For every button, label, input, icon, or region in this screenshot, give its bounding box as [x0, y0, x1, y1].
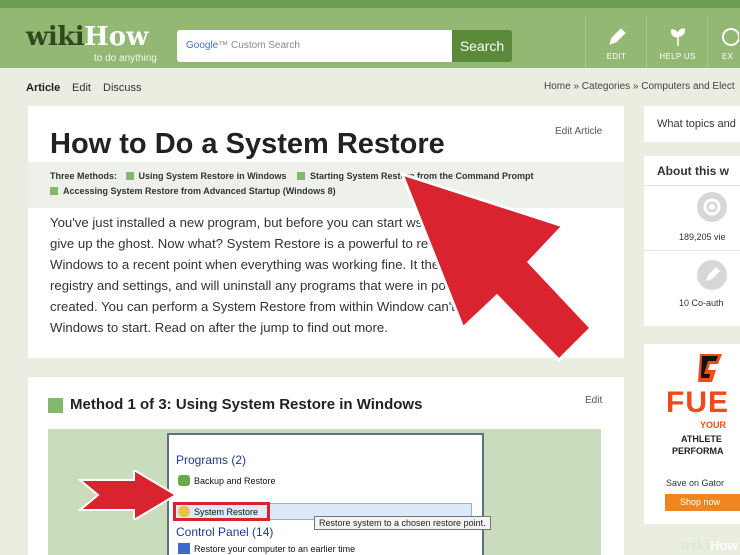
- control-panel-heading: Control Panel (14): [176, 525, 274, 539]
- backup-restore-label: Backup and Restore: [194, 476, 276, 486]
- coauthors-pencil-icon: [697, 260, 727, 290]
- ad-save-text: Save on Gator: [666, 478, 725, 488]
- sprout-icon: [670, 28, 685, 46]
- logo-tagline: to do anything: [94, 53, 157, 64]
- google-label: Google: [186, 40, 219, 51]
- method-link-1[interactable]: Using System Restore in Windows: [125, 171, 287, 181]
- divider: [644, 185, 740, 186]
- tab-article[interactable]: Article: [26, 82, 60, 94]
- ad-line1: YOUR: [700, 420, 727, 430]
- methods-label: Three Methods:: [50, 171, 118, 181]
- coauthors-count: 10 Co-auth: [679, 298, 724, 308]
- method-edit-link[interactable]: Edit: [585, 395, 602, 406]
- red-pointer-arrow-icon: [78, 470, 178, 520]
- custom-search-label: Custom Search: [231, 40, 300, 51]
- backup-icon: [178, 475, 190, 486]
- explore-button[interactable]: EX: [707, 16, 740, 68]
- article-subnav: Article Edit Discuss Home » Categories »…: [0, 68, 740, 106]
- start-menu-window: Programs (2) Backup and Restore System R…: [167, 433, 484, 555]
- programs-heading: Programs (2): [176, 453, 247, 467]
- tab-discuss[interactable]: Discuss: [103, 82, 142, 94]
- explore-icon: [721, 28, 739, 46]
- ad-line2: ATHLETE: [681, 434, 722, 444]
- method-bullet: [297, 172, 305, 180]
- shop-now-button[interactable]: Shop now: [665, 494, 740, 511]
- method-bullet: [125, 172, 134, 180]
- ad-line3: PERFORMA: [672, 446, 724, 456]
- wikihow-watermark: wikiHow: [680, 538, 738, 554]
- logo-wiki: wiki: [26, 22, 85, 52]
- help-us-label: HELP US: [659, 52, 696, 61]
- big-red-arrow-icon: [399, 171, 594, 363]
- method-link-3-label: Accessing System Restore from Advanced S…: [63, 186, 336, 196]
- backup-restore-item: Backup and Restore: [178, 475, 276, 486]
- search-placeholder: Google™ Custom Search: [186, 40, 300, 51]
- method-title: Method 1 of 3: Using System Restore in W…: [70, 396, 423, 413]
- edit-action-label: EDIT: [606, 52, 627, 61]
- divider: [644, 250, 740, 251]
- restore-earlier-label: Restore your computer to an earlier time: [194, 544, 356, 554]
- logo-how: How: [84, 22, 149, 52]
- edit-article-link[interactable]: Edit Article: [555, 126, 602, 137]
- method-link-3[interactable]: Accessing System Restore from Advanced S…: [50, 186, 336, 196]
- page-title: How to Do a System Restore: [50, 128, 445, 160]
- sidebar-question-box[interactable]: What topics and: [644, 106, 740, 142]
- views-count: 189,205 vie: [679, 232, 726, 242]
- watermark-how: How: [710, 538, 738, 553]
- red-highlight-box: [173, 502, 270, 521]
- pencil-icon: [608, 28, 626, 45]
- site-header: wikiHow to do anything Google™ Custom Se…: [0, 0, 740, 68]
- about-title: About this w: [657, 164, 729, 178]
- tab-edit[interactable]: Edit: [72, 82, 91, 94]
- breadcrumb[interactable]: Home » Categories » Computers and Elect: [544, 81, 735, 92]
- search-input[interactable]: Google™ Custom Search: [177, 30, 452, 62]
- tooltip: Restore system to a chosen restore point…: [314, 516, 491, 530]
- method-square-icon: [48, 398, 63, 413]
- search-button[interactable]: Search: [452, 30, 512, 62]
- method-bullet: [50, 187, 58, 195]
- sidebar-question: What topics and: [657, 118, 736, 130]
- gatorade-g-logo: [698, 354, 722, 382]
- watermark-wiki: wiki: [680, 539, 711, 554]
- ad-headline: FUE: [666, 386, 729, 419]
- gatorade-ad[interactable]: FUE YOUR ATHLETE PERFORMA Save on Gator …: [644, 344, 740, 524]
- restore-earlier-item: Restore your computer to an earlier time: [178, 543, 355, 554]
- flag-icon: [178, 543, 190, 554]
- method-link-1-label: Using System Restore in Windows: [138, 171, 287, 181]
- wikihow-logo[interactable]: wikiHow to do anything: [26, 22, 166, 64]
- help-us-button[interactable]: HELP US: [646, 16, 708, 68]
- views-icon: [697, 192, 727, 222]
- explore-label: EX: [721, 52, 734, 61]
- about-article-box: About this w 189,205 vie 10 Co-auth: [644, 156, 740, 326]
- edit-action-button[interactable]: EDIT: [585, 16, 647, 68]
